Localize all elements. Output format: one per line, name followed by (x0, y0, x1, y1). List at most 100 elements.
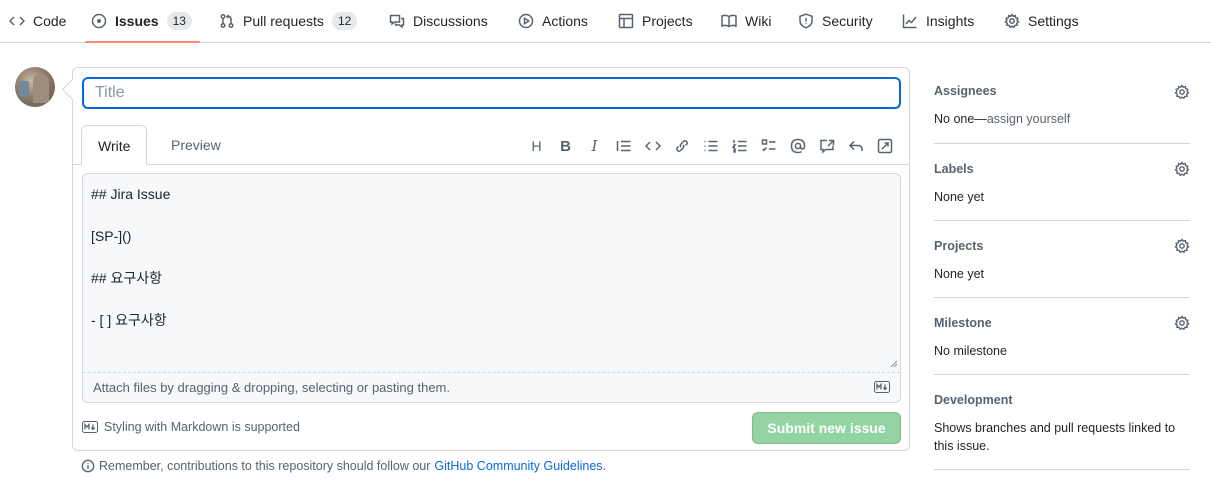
ordered-list-icon (731, 140, 746, 153)
italic-button[interactable]: I (580, 134, 609, 158)
labels-value: None yet (934, 190, 985, 204)
italic-icon: I (591, 137, 598, 155)
submit-new-issue-button[interactable]: Submit new issue (752, 412, 901, 444)
gear-icon (1174, 315, 1190, 331)
nav-tab-label: Actions (542, 13, 588, 29)
nav-tab-pull-requests[interactable]: Pull requests 12 (219, 0, 358, 42)
markdown-note-text: Styling with Markdown is supported (104, 420, 300, 434)
link-button[interactable] (667, 134, 696, 158)
sidebar-assignees: Assignees No one—assign yourself (934, 67, 1190, 144)
attach-files-text: Attach files by dragging & dropping, sel… (93, 380, 450, 395)
shield-icon (799, 13, 813, 29)
cross-reference-button[interactable] (812, 134, 841, 158)
markdown-supported-note[interactable]: Styling with Markdown is supported (82, 420, 300, 434)
cross-reference-icon (819, 139, 834, 154)
issue-body-textarea[interactable]: ## Jira Issue [SP-]() ## 요구사항 - [ ] 요구사항 (83, 174, 900, 371)
repo-nav: Code Issues 13 Pull requests 12 Discussi… (0, 0, 1211, 43)
nav-tab-discussions[interactable]: Discussions (389, 0, 488, 42)
pull-request-icon (220, 13, 234, 29)
community-guidelines-link[interactable]: GitHub Community Guidelines (434, 459, 602, 473)
nav-tab-label: Pull requests (243, 13, 324, 29)
projects-settings-button[interactable] (1174, 238, 1190, 254)
code-icon (644, 141, 661, 151)
nav-tab-label: Discussions (413, 13, 488, 29)
sidebar-labels: Labels None yet (934, 144, 1190, 221)
development-heading: Development (934, 393, 1013, 407)
bold-icon: B (560, 137, 571, 155)
milestone-value: No milestone (934, 344, 1007, 358)
tab-write[interactable]: Write (81, 125, 148, 166)
assignees-settings-button[interactable] (1174, 84, 1190, 100)
unordered-list-icon (704, 140, 717, 152)
mention-icon (790, 138, 805, 154)
quote-button[interactable] (609, 134, 638, 158)
milestone-heading: Milestone (934, 316, 992, 330)
gear-icon (1174, 84, 1190, 100)
nav-tab-issues[interactable]: Issues 13 (85, 0, 200, 43)
task-list-button[interactable] (754, 134, 783, 158)
book-icon (721, 14, 737, 28)
graph-icon (902, 14, 917, 29)
tab-preview[interactable]: Preview (155, 125, 237, 165)
assign-yourself-link[interactable]: assign yourself (987, 112, 1070, 126)
nav-tab-projects[interactable]: Projects (618, 0, 693, 42)
gear-icon (1174, 238, 1190, 254)
sidebar-development: Development Shows branches and pull requ… (934, 375, 1190, 470)
nav-tab-label: Code (33, 13, 67, 29)
nav-tab-label: Settings (1028, 13, 1079, 29)
fullscreen-icon (877, 138, 892, 154)
reply-button[interactable] (841, 134, 870, 158)
table-icon (618, 13, 634, 29)
nav-tab-settings[interactable]: Settings (1004, 0, 1079, 42)
labels-heading: Labels (934, 162, 974, 176)
nav-tab-security[interactable]: Security (798, 0, 873, 42)
mention-button[interactable] (783, 134, 812, 158)
nav-tab-label: Issues (115, 13, 159, 29)
community-guidelines-note: Remember, contributions to this reposito… (81, 459, 606, 473)
task-list-icon (761, 139, 775, 152)
pull-requests-counter: 12 (331, 12, 358, 30)
avatar[interactable] (15, 67, 55, 107)
nav-tab-code[interactable]: Code (9, 0, 66, 42)
play-icon (518, 13, 534, 29)
code-icon (9, 16, 25, 26)
sidebar-projects: Projects None yet (934, 221, 1190, 298)
new-issue-form: Write Preview H B I ## Jira Issue [SP-](… (72, 67, 910, 451)
heading-icon: H (531, 138, 542, 154)
labels-settings-button[interactable] (1174, 161, 1190, 177)
development-value: Shows branches and pull requests linked … (934, 421, 1176, 453)
gear-icon (1004, 13, 1020, 29)
issue-opened-icon (91, 13, 107, 29)
milestone-settings-button[interactable] (1174, 315, 1190, 331)
nav-tab-wiki[interactable]: Wiki (721, 0, 771, 42)
gear-icon (1174, 161, 1190, 177)
fullscreen-button[interactable] (870, 134, 899, 158)
unordered-list-button[interactable] (696, 134, 725, 158)
sidebar-milestone: Milestone No milestone (934, 298, 1190, 375)
nav-tab-insights[interactable]: Insights (902, 0, 974, 42)
assignees-heading: Assignees (934, 84, 997, 98)
nav-tab-label: Projects (642, 13, 693, 29)
attach-files-bar[interactable]: Attach files by dragging & dropping, sel… (83, 372, 900, 402)
resize-grip-icon[interactable] (890, 360, 898, 368)
guidelines-suffix: . (602, 459, 607, 473)
issue-body-editor: ## Jira Issue [SP-]() ## 요구사항 - [ ] 요구사항… (82, 173, 901, 403)
discussions-icon (389, 14, 405, 29)
issue-sidebar: Assignees No one—assign yourself Labels … (934, 67, 1190, 470)
markdown-toolbar: H B I (522, 134, 899, 158)
nav-tab-actions[interactable]: Actions (518, 0, 588, 42)
projects-heading: Projects (934, 239, 984, 253)
issue-title-input[interactable] (82, 77, 901, 109)
code-button[interactable] (638, 134, 667, 158)
ordered-list-button[interactable] (725, 134, 754, 158)
markdown-icon (82, 421, 98, 433)
markdown-icon[interactable] (874, 381, 890, 393)
assignees-none-text: No one— (934, 112, 987, 126)
nav-tab-label: Wiki (745, 13, 772, 29)
reply-icon (848, 140, 863, 151)
guidelines-text: Remember, contributions to this reposito… (99, 459, 431, 473)
bold-button[interactable]: B (551, 134, 580, 158)
heading-button[interactable]: H (522, 134, 551, 158)
info-icon (81, 459, 95, 473)
nav-tab-label: Insights (926, 13, 975, 29)
